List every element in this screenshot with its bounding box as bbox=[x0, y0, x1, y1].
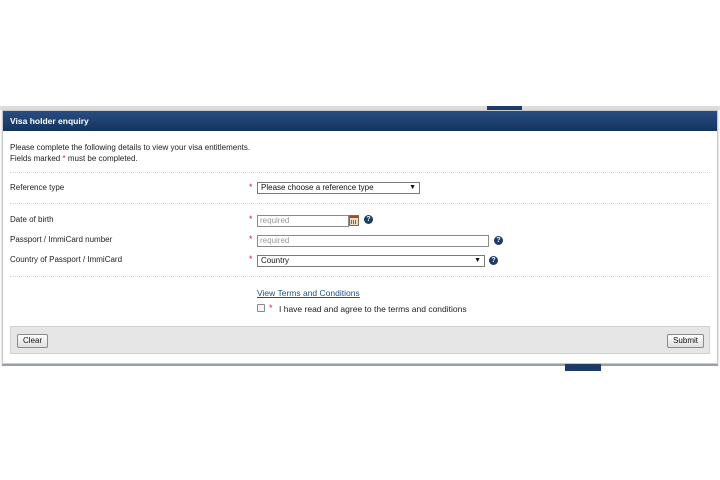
divider bbox=[10, 203, 710, 204]
required-marker: * bbox=[249, 234, 253, 244]
country-label: Country of Passport / ImmiCard bbox=[10, 255, 123, 264]
intro-line-2: Fields marked * must be completed. bbox=[10, 153, 250, 164]
country-value: Country bbox=[261, 256, 290, 265]
passport-number-label: Passport / ImmiCard number bbox=[10, 235, 113, 244]
intro-prefix: Fields marked bbox=[10, 154, 61, 163]
panel-title: Visa holder enquiry bbox=[3, 111, 717, 131]
calendar-icon[interactable] bbox=[349, 215, 359, 226]
help-icon[interactable]: ? bbox=[489, 256, 498, 265]
divider bbox=[10, 172, 710, 173]
date-of-birth-input[interactable]: required bbox=[257, 215, 349, 227]
reference-type-select[interactable]: Please choose a reference type ▼ bbox=[257, 182, 420, 194]
divider bbox=[10, 276, 710, 277]
clear-button[interactable]: Clear bbox=[17, 334, 49, 348]
required-marker: * bbox=[249, 182, 253, 192]
intro-text: Please complete the following details to… bbox=[10, 142, 250, 164]
bottom-tab-marker bbox=[565, 364, 601, 371]
date-of-birth-label: Date of birth bbox=[10, 215, 54, 224]
intro-suffix: must be completed. bbox=[67, 154, 138, 163]
help-icon[interactable]: ? bbox=[494, 236, 503, 245]
intro-line-1: Please complete the following details to… bbox=[10, 143, 251, 152]
required-marker: * bbox=[249, 214, 253, 224]
required-marker: * bbox=[269, 303, 273, 313]
reference-type-value: Please choose a reference type bbox=[261, 183, 374, 192]
terms-link[interactable]: View Terms and Conditions bbox=[257, 288, 360, 298]
chevron-down-icon: ▼ bbox=[474, 257, 481, 264]
terms-checkbox[interactable] bbox=[257, 304, 265, 312]
panel-bottom-edge bbox=[2, 364, 718, 366]
passport-number-input[interactable]: required bbox=[257, 235, 489, 247]
required-marker: * bbox=[62, 154, 66, 163]
reference-type-label: Reference type bbox=[10, 183, 65, 192]
form-footer: Clear Submit bbox=[10, 326, 710, 354]
chevron-down-icon: ▼ bbox=[409, 184, 416, 191]
help-icon[interactable]: ? bbox=[364, 215, 373, 224]
terms-agree-label: I have read and agree to the terms and c… bbox=[279, 304, 467, 314]
submit-button[interactable]: Submit bbox=[667, 334, 704, 348]
required-marker: * bbox=[249, 254, 253, 264]
country-select[interactable]: Country ▼ bbox=[257, 255, 485, 267]
visa-enquiry-panel: Visa holder enquiry Please complete the … bbox=[2, 110, 718, 364]
